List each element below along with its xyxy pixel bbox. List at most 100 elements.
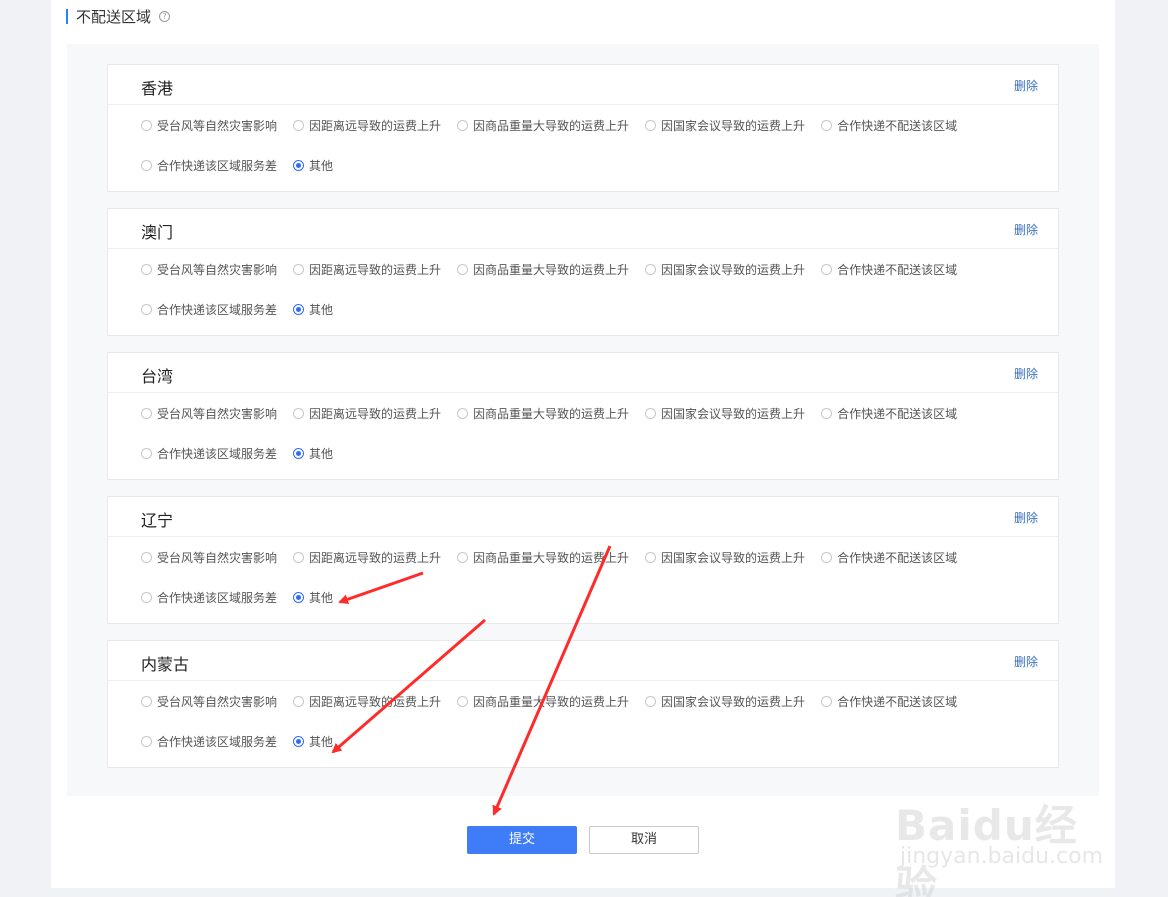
reason-label: 其他 <box>309 590 334 605</box>
reason-label: 因距离远导致的运费上升 <box>309 550 442 565</box>
radio-checked-icon[interactable] <box>293 735 305 747</box>
radio-unchecked-icon[interactable] <box>141 119 152 131</box>
reason-option[interactable]: 合作快递该区域服务差 <box>141 733 277 750</box>
reason-option[interactable]: 因国家会议导致的运费上升 <box>645 261 805 278</box>
section-title-text: 不配送区域 <box>76 7 152 26</box>
delete-region-link[interactable]: 删除 <box>1014 77 1038 94</box>
reason-option[interactable]: 其他 <box>293 301 333 318</box>
radio-unchecked-icon[interactable] <box>457 119 469 131</box>
radio-checked-icon[interactable] <box>293 591 305 603</box>
reason-option[interactable]: 受台风等自然灾害影响 <box>141 405 277 422</box>
reason-option[interactable]: 受台风等自然灾害影响 <box>141 261 277 278</box>
form-card: 不配送区域 ? 香港 删除 受台风等自然灾害影响 因距离远导致的运费上升 因商品重量大导… <box>51 0 1115 888</box>
reason-option[interactable]: 因距离远导致的运费上升 <box>293 693 441 710</box>
reason-label: 因国家会议导致的运费上升 <box>661 694 806 709</box>
radio-unchecked-icon[interactable] <box>141 263 152 275</box>
radio-checked-icon[interactable] <box>293 447 305 459</box>
radio-unchecked-icon[interactable] <box>645 119 657 131</box>
radio-unchecked-icon[interactable] <box>457 263 469 275</box>
reason-option[interactable]: 因距离远导致的运费上升 <box>293 405 441 422</box>
delete-region-link[interactable]: 删除 <box>1014 221 1038 238</box>
region-name: 辽宁 <box>141 511 174 530</box>
reason-label: 合作快递该区域服务差 <box>157 446 278 461</box>
radio-unchecked-icon[interactable] <box>141 551 152 563</box>
reason-row: 合作快递该区域服务差 其他 <box>141 289 1058 329</box>
reason-option[interactable]: 因商品重量大导致的运费上升 <box>457 261 629 278</box>
reason-option[interactable]: 合作快递不配送该区域 <box>821 405 957 422</box>
reason-options: 受台风等自然灾害影响 因距离远导致的运费上升 因商品重量大导致的运费上升 因国家会议导… <box>108 249 1058 329</box>
reason-row: 受台风等自然灾害影响 因距离远导致的运费上升 因商品重量大导致的运费上升 因国家会议导… <box>141 105 1058 145</box>
reason-option[interactable]: 其他 <box>293 157 333 174</box>
reason-option[interactable]: 因距离远导致的运费上升 <box>293 261 441 278</box>
radio-checked-icon[interactable] <box>293 303 305 315</box>
reason-option[interactable]: 因国家会议导致的运费上升 <box>645 405 805 422</box>
radio-unchecked-icon[interactable] <box>457 407 469 419</box>
reason-option[interactable]: 受台风等自然灾害影响 <box>141 549 277 566</box>
radio-unchecked-icon[interactable] <box>293 263 305 275</box>
delete-region-link[interactable]: 删除 <box>1014 509 1038 526</box>
radio-unchecked-icon[interactable] <box>141 407 152 419</box>
reason-option[interactable]: 受台风等自然灾害影响 <box>141 693 277 710</box>
reason-option[interactable]: 合作快递该区域服务差 <box>141 445 277 462</box>
reason-option[interactable]: 其他 <box>293 445 333 462</box>
radio-unchecked-icon[interactable] <box>141 303 152 315</box>
radio-unchecked-icon[interactable] <box>293 407 305 419</box>
reason-option[interactable]: 因国家会议导致的运费上升 <box>645 693 805 710</box>
radio-unchecked-icon[interactable] <box>457 551 469 563</box>
reason-label: 合作快递不配送该区域 <box>837 118 958 133</box>
radio-unchecked-icon[interactable] <box>457 695 469 707</box>
region-header: 香港 删除 <box>108 65 1058 105</box>
reason-label: 其他 <box>309 158 334 173</box>
radio-unchecked-icon[interactable] <box>645 407 657 419</box>
reason-option[interactable]: 受台风等自然灾害影响 <box>141 117 277 134</box>
radio-unchecked-icon[interactable] <box>141 591 152 603</box>
reason-label: 其他 <box>309 302 334 317</box>
radio-unchecked-icon[interactable] <box>821 119 833 131</box>
reason-option[interactable]: 合作快递不配送该区域 <box>821 117 957 134</box>
delete-region-link[interactable]: 删除 <box>1014 653 1038 670</box>
submit-button[interactable]: 提交 <box>467 826 577 854</box>
delete-region-link[interactable]: 删除 <box>1014 365 1038 382</box>
reason-option[interactable]: 因商品重量大导致的运费上升 <box>457 549 629 566</box>
radio-unchecked-icon[interactable] <box>821 551 833 563</box>
radio-unchecked-icon[interactable] <box>821 695 833 707</box>
region-header: 澳门 删除 <box>108 209 1058 249</box>
reason-label: 合作快递不配送该区域 <box>837 406 958 421</box>
help-icon[interactable]: ? <box>159 10 171 22</box>
reason-option[interactable]: 因商品重量大导致的运费上升 <box>457 117 629 134</box>
reason-option[interactable]: 因商品重量大导致的运费上升 <box>457 693 629 710</box>
radio-checked-icon[interactable] <box>293 159 305 171</box>
reason-option[interactable]: 合作快递不配送该区域 <box>821 693 957 710</box>
reason-label: 受台风等自然灾害影响 <box>157 406 278 421</box>
cancel-button[interactable]: 取消 <box>589 826 699 854</box>
radio-unchecked-icon[interactable] <box>293 119 305 131</box>
reason-label: 受台风等自然灾害影响 <box>157 550 278 565</box>
region-name: 内蒙古 <box>141 655 190 674</box>
radio-unchecked-icon[interactable] <box>293 695 305 707</box>
region-name: 澳门 <box>141 223 174 242</box>
reason-option[interactable]: 合作快递不配送该区域 <box>821 261 957 278</box>
reason-option[interactable]: 其他 <box>293 733 333 750</box>
radio-unchecked-icon[interactable] <box>141 735 152 747</box>
reason-option[interactable]: 因距离远导致的运费上升 <box>293 549 441 566</box>
reason-label: 受台风等自然灾害影响 <box>157 694 278 709</box>
radio-unchecked-icon[interactable] <box>141 159 152 171</box>
reason-option[interactable]: 因商品重量大导致的运费上升 <box>457 405 629 422</box>
radio-unchecked-icon[interactable] <box>293 551 305 563</box>
reason-option[interactable]: 合作快递不配送该区域 <box>821 549 957 566</box>
radio-unchecked-icon[interactable] <box>645 695 657 707</box>
reason-option[interactable]: 合作快递该区域服务差 <box>141 301 277 318</box>
radio-unchecked-icon[interactable] <box>821 407 833 419</box>
reason-option[interactable]: 合作快递该区域服务差 <box>141 589 277 606</box>
radio-unchecked-icon[interactable] <box>645 551 657 563</box>
radio-unchecked-icon[interactable] <box>141 447 152 459</box>
reason-option[interactable]: 因距离远导致的运费上升 <box>293 117 441 134</box>
reason-label: 合作快递该区域服务差 <box>157 590 278 605</box>
reason-option[interactable]: 因国家会议导致的运费上升 <box>645 117 805 134</box>
radio-unchecked-icon[interactable] <box>645 263 657 275</box>
reason-option[interactable]: 其他 <box>293 589 333 606</box>
radio-unchecked-icon[interactable] <box>141 695 152 707</box>
reason-option[interactable]: 合作快递该区域服务差 <box>141 157 277 174</box>
radio-unchecked-icon[interactable] <box>821 263 833 275</box>
reason-option[interactable]: 因国家会议导致的运费上升 <box>645 549 805 566</box>
